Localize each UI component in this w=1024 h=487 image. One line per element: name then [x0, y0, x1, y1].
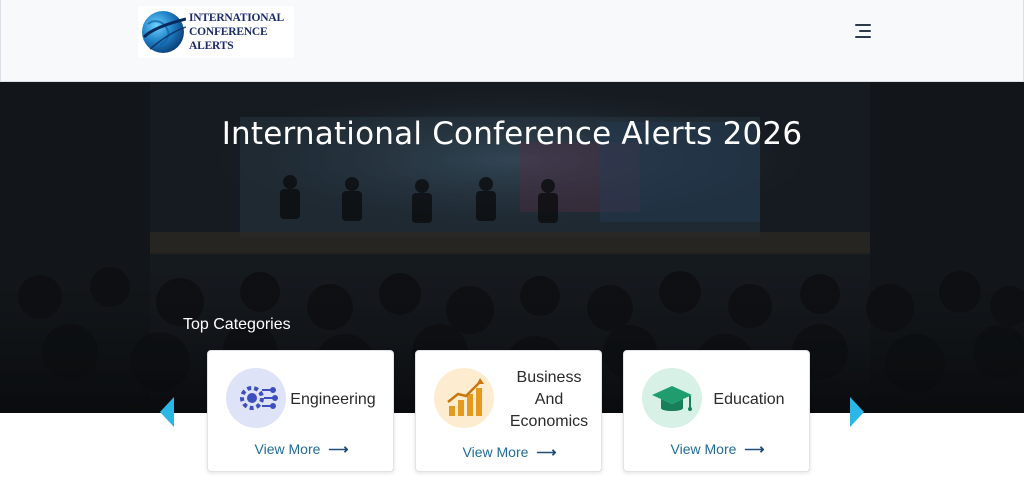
site-logo[interactable]: INTERNATIONAL CONFERENCE ALERTS — [138, 6, 294, 58]
categories-carousel: Engineering View More ⟶ Business And Eco… — [0, 350, 1024, 475]
view-more-label: View More — [670, 441, 737, 457]
top-categories-heading: Top Categories — [183, 316, 291, 333]
logo-wordmark: INTERNATIONAL CONFERENCE ALERTS — [189, 11, 284, 53]
arrow-right-icon: ⟶ — [328, 441, 349, 457]
view-more-label: View More — [254, 441, 321, 457]
hamburger-menu-icon[interactable] — [851, 20, 875, 42]
hero-title: International Conference Alerts 2026 — [221, 116, 803, 152]
logo-line-1: INTERNATIONAL — [189, 12, 284, 24]
category-name: Engineering — [290, 391, 376, 408]
bar-chart-growth-icon — [434, 368, 494, 428]
engineering-circuit-gear-icon — [226, 368, 286, 428]
arrow-right-icon: ⟶ — [744, 441, 765, 457]
category-card-education[interactable]: Education View More ⟶ — [623, 350, 810, 472]
logo-line-3: ALERTS — [189, 40, 234, 52]
category-name-line-2: And — [534, 391, 564, 408]
page: INTERNATIONAL CONFERENCE ALERTS Internat… — [0, 0, 1024, 487]
category-card-business-and-economics[interactable]: Business And Economics View More ⟶ — [415, 350, 602, 472]
chevron-right-icon[interactable] — [848, 396, 866, 428]
view-more-link[interactable]: View More ⟶ — [208, 441, 395, 458]
site-header: INTERNATIONAL CONFERENCE ALERTS — [0, 0, 1024, 82]
arrow-right-icon: ⟶ — [536, 444, 557, 460]
view-more-link[interactable]: View More ⟶ — [624, 441, 811, 458]
category-card-engineering[interactable]: Engineering View More ⟶ — [207, 350, 394, 472]
globe-logo-icon — [142, 11, 186, 53]
category-name-line-3: Economics — [509, 413, 589, 430]
category-name: Education — [713, 391, 785, 408]
category-name: Business And Economics — [494, 367, 604, 433]
view-more-label: View More — [462, 444, 529, 460]
graduation-cap-icon — [642, 368, 702, 428]
logo-line-2: CONFERENCE — [189, 26, 268, 38]
chevron-left-icon[interactable] — [158, 396, 176, 428]
category-name-line-1: Business — [516, 369, 582, 386]
view-more-link[interactable]: View More ⟶ — [416, 444, 603, 461]
